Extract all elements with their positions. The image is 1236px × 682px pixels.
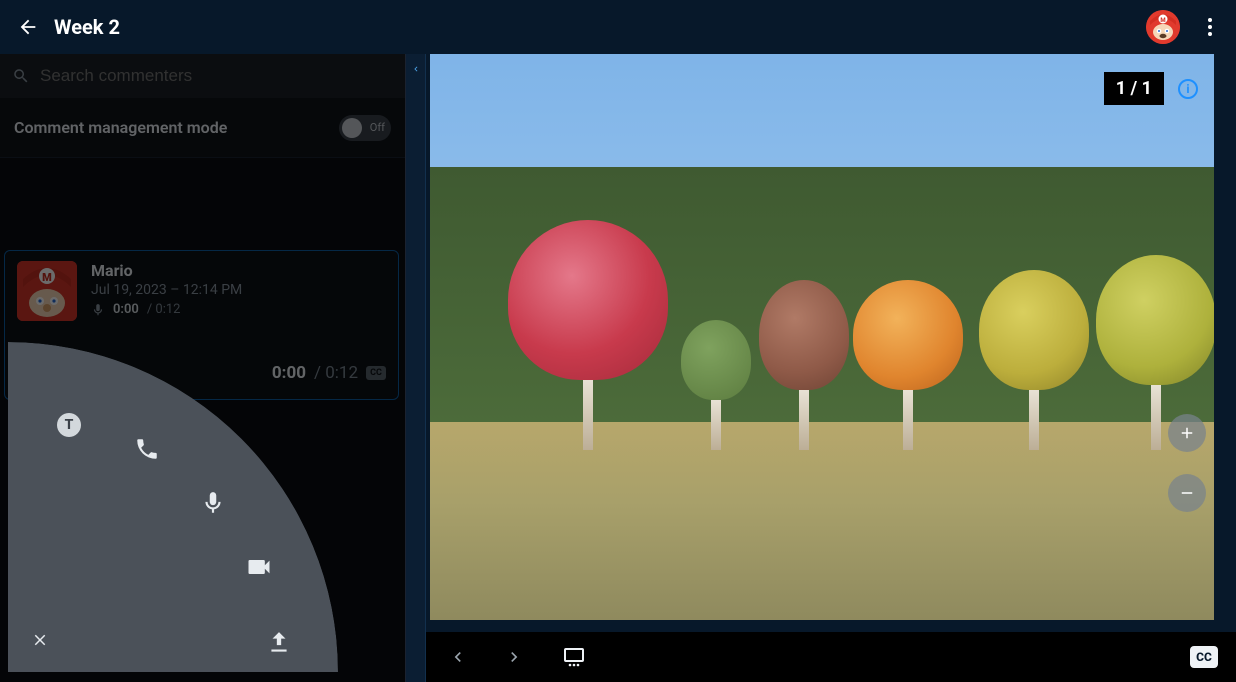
photo-content [430,54,1214,620]
sidebar: Comment management mode Off M Mario Jul … [0,54,406,682]
close-icon [31,631,49,649]
chevron-left-icon [448,647,468,667]
clip-current-time: 0:00 [113,302,139,317]
zoom-out-button[interactable] [1168,474,1206,512]
video-comment-button[interactable] [242,550,276,584]
filmstrip-icon [562,647,586,667]
info-button[interactable]: i [1178,79,1198,99]
search-icon [12,67,30,85]
svg-text:M: M [1160,17,1165,24]
filmstrip-button[interactable] [560,643,588,671]
zoom-in-button[interactable] [1168,414,1206,452]
comment-avatar: M [17,261,77,321]
sidebar-collapse-handle[interactable] [406,54,426,682]
radial-close-button[interactable] [28,628,52,652]
user-avatar[interactable]: M [1146,10,1180,44]
cc-badge[interactable]: CC [366,366,386,380]
comment-management-label: Comment management mode [14,118,339,137]
comment-author: Mario [91,261,242,280]
page-title: Week 2 [54,15,1146,39]
plus-icon [1178,424,1196,442]
viewer-footer: CC [426,632,1236,682]
comment-management-toggle[interactable]: Off [339,115,391,141]
closed-captions-button[interactable]: CC [1190,646,1218,668]
next-button[interactable] [500,643,528,671]
microphone-icon [200,490,226,516]
phone-button[interactable] [130,432,164,466]
page-indicator: 1 / 1 [1104,72,1164,105]
chevron-right-icon [504,647,524,667]
voice-comment-button[interactable] [196,486,230,520]
media-viewer: 1 / 1 i [426,54,1236,682]
svg-text:M: M [42,271,52,284]
more-menu-button[interactable] [1198,15,1222,39]
upload-button[interactable] [262,626,296,660]
search-input[interactable] [40,66,393,86]
video-icon [245,553,273,581]
clip-total-time: 0:12 [155,302,180,317]
media-canvas[interactable] [430,54,1214,620]
phone-icon [134,436,160,462]
comment-timestamp: Jul 19, 2023 – 12:14 PM [91,282,242,298]
text-comment-button[interactable]: T [52,408,86,442]
chevron-left-icon [411,62,421,76]
upload-icon [266,630,292,656]
search-row [0,54,405,98]
back-button[interactable] [14,13,42,41]
radial-menu: T [8,342,338,672]
comment-management-row: Comment management mode Off [0,98,405,158]
prev-button[interactable] [444,643,472,671]
microphone-icon [91,303,105,317]
minus-icon [1178,484,1196,502]
